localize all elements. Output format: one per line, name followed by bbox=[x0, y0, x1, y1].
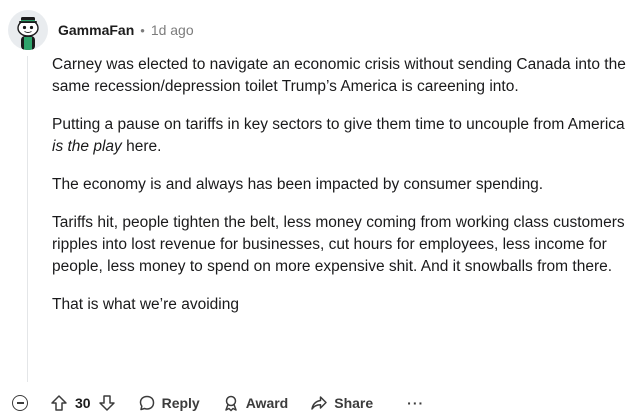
separator-dot: • bbox=[140, 22, 145, 38]
share-button[interactable]: Share bbox=[310, 394, 373, 412]
comment-body: Carney was elected to navigate an econom… bbox=[52, 54, 627, 332]
paragraph-text: Putting a pause on tariffs in key sector… bbox=[52, 116, 625, 133]
reply-label: Reply bbox=[161, 395, 200, 411]
vote-count: 30 bbox=[75, 395, 91, 411]
comment-paragraph: Tariffs hit, people tighten the belt, le… bbox=[52, 214, 625, 275]
avatar[interactable] bbox=[8, 10, 48, 50]
emphasis-text: is the play bbox=[52, 138, 122, 155]
upvote-icon[interactable] bbox=[50, 394, 68, 412]
comment-header: GammaFan • 1d ago bbox=[8, 10, 194, 50]
reply-icon bbox=[139, 395, 154, 411]
thread-line bbox=[27, 56, 28, 382]
comment-paragraph: Carney was elected to navigate an econom… bbox=[52, 56, 626, 95]
share-label: Share bbox=[334, 395, 374, 411]
comment-paragraph: That is what we’re avoiding bbox=[52, 296, 239, 313]
paragraph-text: here. bbox=[121, 138, 162, 155]
award-label: Award bbox=[245, 395, 289, 411]
collapse-icon[interactable] bbox=[12, 395, 28, 411]
vote-control: 30 bbox=[50, 394, 116, 412]
username[interactable]: GammaFan bbox=[58, 22, 134, 38]
downvote-icon[interactable] bbox=[98, 394, 116, 412]
timestamp[interactable]: 1d ago bbox=[151, 22, 194, 38]
more-options-button[interactable]: ··· bbox=[407, 395, 424, 411]
award-icon bbox=[224, 395, 237, 412]
share-icon bbox=[311, 396, 327, 410]
reply-button[interactable]: Reply bbox=[138, 394, 200, 412]
award-button[interactable]: Award bbox=[222, 394, 289, 412]
comment-actions: 30 Reply Award Share ··· bbox=[12, 389, 424, 417]
comment-paragraph: Putting a pause on tariffs in key sector… bbox=[52, 114, 627, 158]
comment-paragraph: The economy is and always has been impac… bbox=[52, 176, 544, 193]
